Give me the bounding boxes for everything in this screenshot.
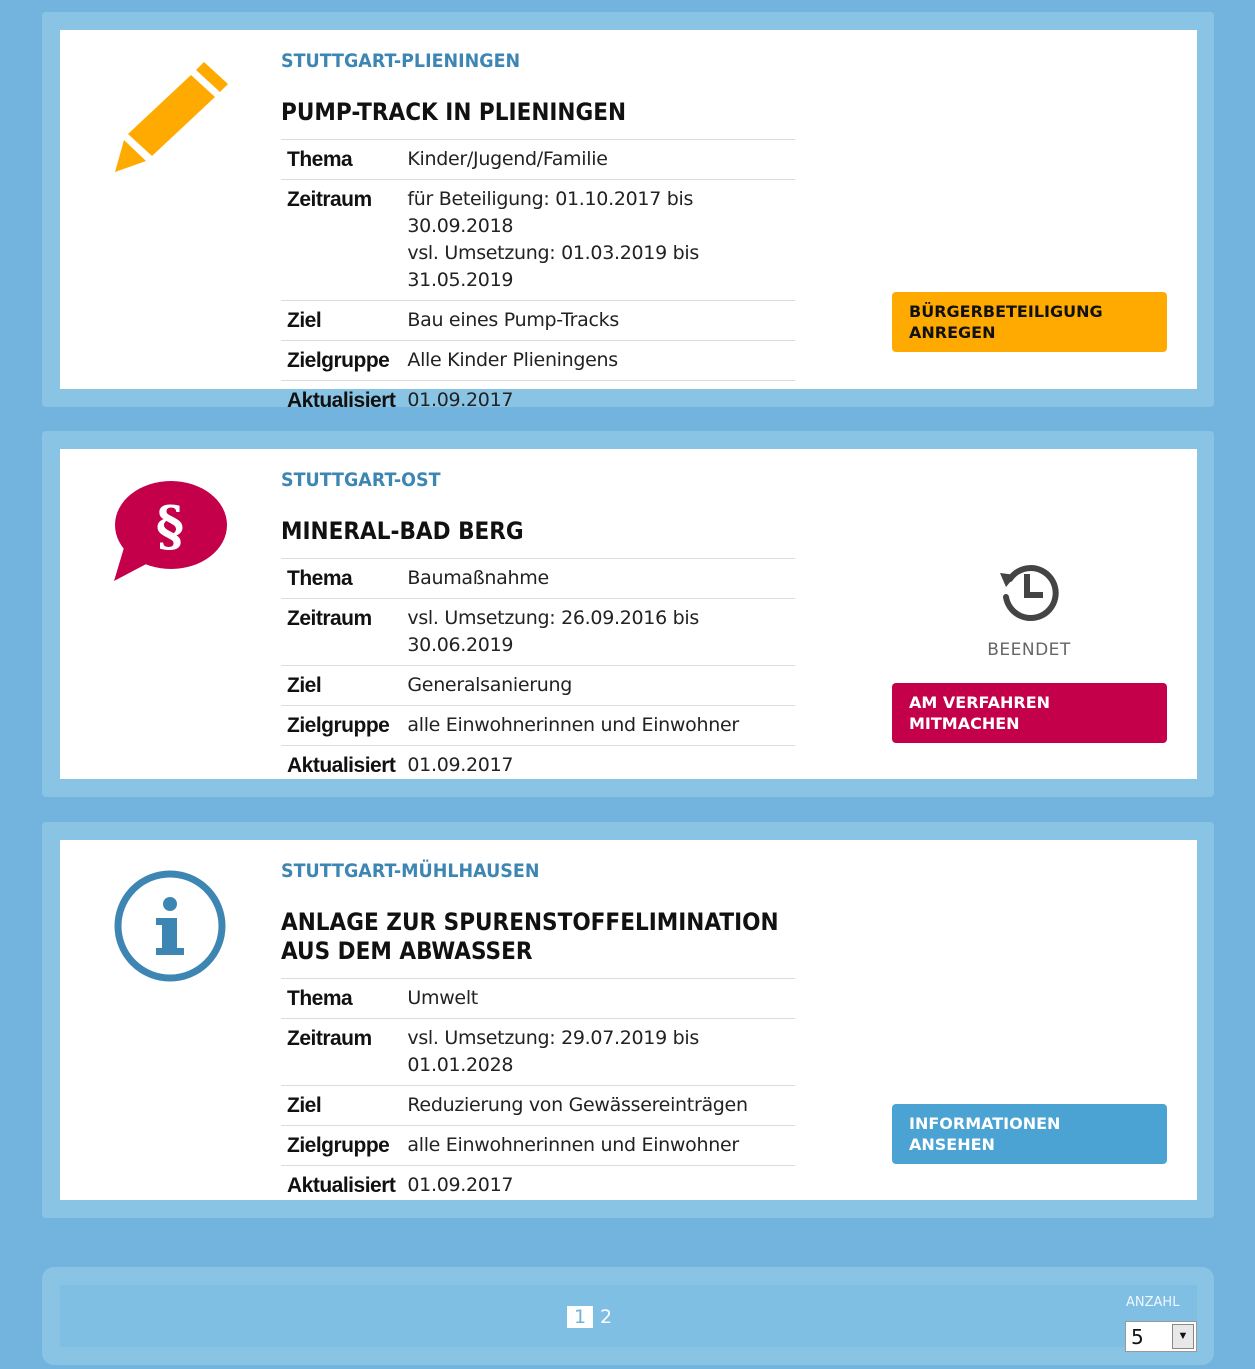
table-row: Zeitraum vsl. Umsetzung: 29.07.2019 bis 0…: [281, 1018, 795, 1086]
info-circle-icon: [112, 870, 228, 991]
table-row: Thema Umwelt: [281, 978, 795, 1019]
propose-participation-button[interactable]: BÜRGERBETEILIGUNG ANREGEN: [892, 292, 1167, 352]
table-row: Zielgruppe Alle Kinder Plieningens: [281, 340, 795, 381]
row-value: Umwelt: [401, 978, 795, 1019]
row-value: Kinder/Jugend/Familie: [401, 139, 795, 180]
row-value: Alle Kinder Plieningens: [401, 340, 795, 381]
row-value: vsl. Umsetzung: 26.09.2016 bis 30.06.201…: [401, 598, 795, 666]
row-key: Zielgruppe: [281, 1125, 402, 1166]
table-row: Ziel Reduzierung von Gewässereinträgen: [281, 1085, 795, 1126]
row-key: Zeitraum: [281, 1018, 402, 1086]
district-label: STUTTGART-MÜHLHAUSEN: [281, 860, 540, 882]
page-link-1[interactable]: 1: [567, 1306, 593, 1328]
select-value: 5: [1131, 1325, 1144, 1349]
row-value: 01.09.2017: [401, 1165, 795, 1205]
row-key: Aktualisiert: [281, 745, 402, 785]
row-key: Ziel: [281, 1085, 402, 1126]
row-key: Zeitraum: [281, 598, 402, 666]
table-row: Ziel Bau eines Pump-Tracks: [281, 300, 795, 341]
row-value: 01.09.2017: [401, 380, 795, 420]
table-row: Zeitraum vsl. Umsetzung: 26.09.2016 bis 3…: [281, 598, 795, 666]
svg-text:§: §: [156, 494, 184, 558]
district-label: STUTTGART-OST: [281, 469, 441, 491]
row-key: Ziel: [281, 300, 402, 341]
table-row: Thema Kinder/Jugend/Familie: [281, 139, 795, 180]
status-indicator: BEENDET: [982, 559, 1076, 660]
table-row: Zielgruppe alle Einwohnerinnen und Einwoh…: [281, 1125, 795, 1166]
history-clock-icon: [1000, 565, 1059, 622]
row-key: Thema: [281, 978, 402, 1019]
row-value: für Beteiligung: 01.10.2017 bis 30.09.20…: [401, 179, 795, 301]
row-value: Bau eines Pump-Tracks: [401, 300, 795, 341]
paragraph-speech-bubble-icon: §: [112, 479, 228, 588]
row-value: Generalsanierung: [401, 665, 795, 706]
pagination-inner: 1 2 ANZAHL 5 ▼: [60, 1285, 1197, 1352]
chevron-down-icon[interactable]: ▼: [1172, 1324, 1194, 1349]
project-title[interactable]: ANLAGE ZUR SPURENSTOFFELIMINATION AUS DE…: [281, 908, 785, 966]
table-row: Aktualisiert 01.09.2017: [281, 745, 795, 785]
pagination-bar: 1 2 ANZAHL 5 ▼: [42, 1267, 1214, 1365]
row-value: Baumaßnahme: [401, 558, 795, 599]
table-row: Zeitraum für Beteiligung: 01.10.2017 bis …: [281, 179, 795, 301]
table-row: Aktualisiert 01.09.2017: [281, 380, 795, 420]
project-card-body: STUTTGART-MÜHLHAUSEN ANLAGE ZUR SPURENST…: [60, 840, 1197, 1205]
row-value: alle Einwohnerinnen und Einwohner: [401, 705, 795, 746]
items-per-page-select[interactable]: 5 ▼: [1125, 1321, 1197, 1352]
project-card-body: STUTTGART-PLIENINGEN PUMP-TRACK IN PLIEN…: [60, 30, 1197, 420]
view-information-button[interactable]: INFORMATIONEN ANSEHEN: [892, 1104, 1167, 1164]
table-row: Aktualisiert 01.09.2017: [281, 1165, 795, 1205]
row-value-line-2: vsl. Umsetzung: 01.03.2019 bis 31.05.201…: [407, 242, 699, 291]
project-info-table: Thema Umwelt Zeitraum vsl. Umsetzung: 29.0…: [281, 978, 795, 1205]
row-value: alle Einwohnerinnen und Einwohner: [401, 1125, 795, 1166]
project-title[interactable]: PUMP-TRACK IN PLIENINGEN: [281, 98, 744, 127]
row-value: vsl. Umsetzung: 29.07.2019 bis 01.01.202…: [401, 1018, 795, 1086]
project-info-table: Thema Kinder/Jugend/Familie Zeitraum für B…: [281, 139, 795, 420]
district-label: STUTTGART-PLIENINGEN: [281, 50, 521, 72]
project-card-2: § STUTTGART-OST MINERAL-BAD BERG Thema Ba…: [42, 431, 1214, 797]
pencil-icon: [112, 60, 228, 177]
project-card-body: § STUTTGART-OST MINERAL-BAD BERG Thema Ba…: [60, 449, 1197, 785]
project-title[interactable]: MINERAL-BAD BERG: [281, 517, 744, 546]
row-value: 01.09.2017: [401, 745, 795, 785]
row-value-line-1: für Beteiligung: 01.10.2017 bis 30.09.20…: [407, 188, 694, 237]
row-key: Aktualisiert: [281, 380, 402, 420]
project-card-3: STUTTGART-MÜHLHAUSEN ANLAGE ZUR SPURENST…: [42, 822, 1214, 1218]
table-row: Ziel Generalsanierung: [281, 665, 795, 706]
page-link-2[interactable]: 2: [595, 1306, 617, 1328]
status-label: BEENDET: [987, 640, 1071, 660]
row-key: Thema: [281, 558, 402, 599]
table-row: Thema Baumaßnahme: [281, 558, 795, 599]
row-key: Ziel: [281, 665, 402, 706]
project-card-1: STUTTGART-PLIENINGEN PUMP-TRACK IN PLIEN…: [42, 12, 1214, 420]
project-info-table: Thema Baumaßnahme Zeitraum vsl. Umsetzung:…: [281, 558, 795, 785]
row-key: Zielgruppe: [281, 340, 402, 381]
row-value: Reduzierung von Gewässereinträgen: [401, 1085, 795, 1126]
row-key: Thema: [281, 139, 402, 180]
row-key: Aktualisiert: [281, 1165, 402, 1205]
participate-button[interactable]: AM VERFAHREN MITMACHEN: [892, 683, 1167, 743]
row-key: Zielgruppe: [281, 705, 402, 746]
table-row: Zielgruppe alle Einwohnerinnen und Einwoh…: [281, 705, 795, 746]
items-per-page-label: ANZAHL: [1126, 1295, 1180, 1310]
row-key: Zeitraum: [281, 179, 402, 301]
